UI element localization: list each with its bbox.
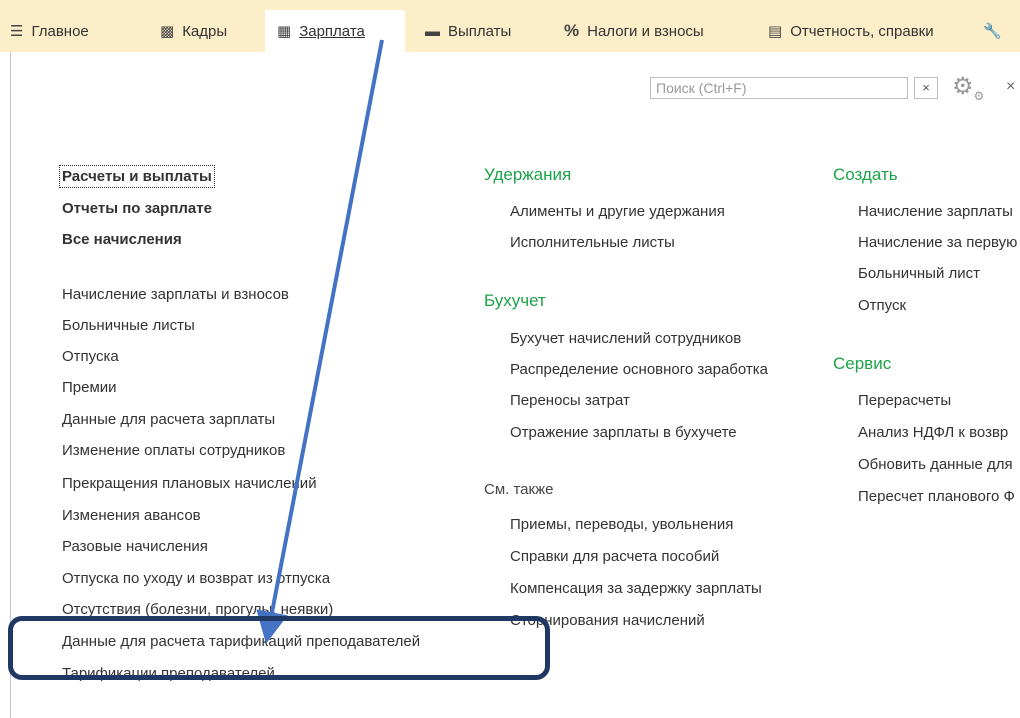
annotation-arrow [256,39,384,644]
annotation-highlight-box [8,616,550,680]
